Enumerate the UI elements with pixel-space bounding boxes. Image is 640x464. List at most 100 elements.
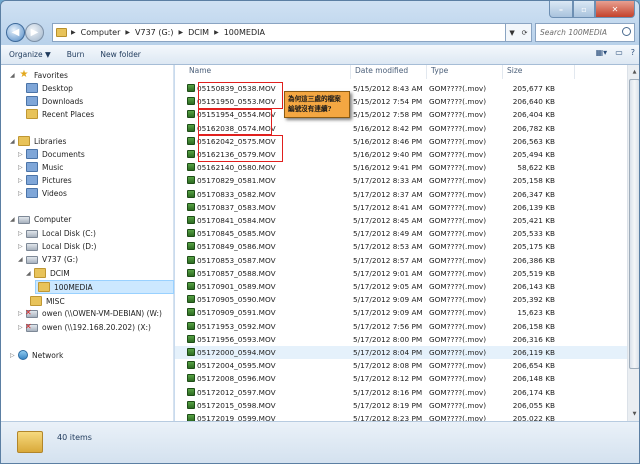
minimize-button[interactable]: – bbox=[549, 1, 573, 18]
file-row[interactable]: 05170901_0589.MOV 5/17/2012 9:05 AM GOM???… bbox=[175, 280, 627, 293]
nav-computer[interactable]: ◢ Computer bbox=[10, 215, 71, 224]
file-row[interactable]: 05170849_0586.MOV 5/17/2012 8:53 AM GOM???… bbox=[175, 240, 627, 253]
nav-100media[interactable]: 100MEDIA bbox=[38, 282, 93, 292]
breadcrumb-dcim[interactable]: DCIM bbox=[188, 28, 209, 37]
nav-network[interactable]: ▷ Network bbox=[10, 350, 63, 360]
drive-icon bbox=[26, 242, 38, 251]
scroll-down-icon[interactable]: ▼ bbox=[629, 408, 639, 420]
column-header-name[interactable]: Name bbox=[185, 65, 351, 79]
file-size: 205,421 KB bbox=[512, 216, 555, 225]
downloads-icon bbox=[26, 96, 38, 106]
nav-libraries[interactable]: ◢ Libraries bbox=[10, 136, 66, 146]
column-header-size[interactable]: Size bbox=[503, 65, 575, 79]
breadcrumb-100media[interactable]: 100MEDIA bbox=[224, 28, 265, 37]
file-size: 206,148 KB bbox=[512, 374, 555, 384]
collapse-icon[interactable]: ◢ bbox=[18, 256, 26, 263]
file-name: 05162140_0580.MOV bbox=[197, 163, 276, 173]
file-row[interactable]: 05171953_0592.MOV 5/17/2012 7:56 PM GOM???… bbox=[175, 320, 627, 333]
disconnected-drive-icon bbox=[25, 308, 38, 318]
nav-pictures[interactable]: ▷ Pictures bbox=[18, 175, 72, 185]
expand-icon[interactable]: ▷ bbox=[18, 164, 26, 171]
close-button[interactable]: ✕ bbox=[595, 1, 635, 18]
preview-pane-icon[interactable]: ▭ bbox=[615, 48, 623, 57]
file-row[interactable]: 05170841_0584.MOV 5/17/2012 8:45 AM GOM???… bbox=[175, 214, 627, 227]
file-size: 205,494 KB bbox=[512, 150, 555, 159]
nav-local-d[interactable]: ▷ Local Disk (D:) bbox=[18, 242, 96, 251]
help-icon[interactable]: ? bbox=[631, 48, 635, 57]
search-input[interactable]: Search 100MEDIA bbox=[535, 23, 635, 42]
video-file-icon bbox=[187, 123, 195, 132]
file-row[interactable]: 05170857_0588.MOV 5/17/2012 9:01 AM GOM???… bbox=[175, 267, 627, 280]
expand-icon[interactable]: ▷ bbox=[18, 177, 26, 184]
forward-button[interactable]: ▶ bbox=[25, 23, 44, 42]
refresh-icon[interactable]: ⟳ bbox=[522, 29, 528, 37]
breadcrumb-v737[interactable]: V737 (G:) bbox=[135, 28, 173, 37]
file-type: GOM????(.mov) bbox=[429, 110, 487, 120]
nav-desktop[interactable]: Desktop bbox=[26, 83, 73, 93]
file-row[interactable]: 05162140_0580.MOV 5/16/2012 9:41 PM GOM???… bbox=[175, 161, 627, 174]
video-file-icon bbox=[187, 361, 195, 370]
file-name: 05170845_0585.MOV bbox=[197, 229, 276, 239]
file-row[interactable]: 05172008_0596.MOV 5/17/2012 8:12 PM GOM???… bbox=[175, 372, 627, 385]
nav-label: Network bbox=[32, 350, 64, 360]
file-name-cell: 05170849_0586.MOV bbox=[187, 240, 276, 253]
chevron-down-icon[interactable]: ▼ bbox=[509, 29, 514, 37]
expand-icon[interactable]: ▷ bbox=[18, 190, 26, 197]
file-row[interactable]: 05170837_0583.MOV 5/17/2012 8:41 AM GOM???… bbox=[175, 201, 627, 214]
column-header-type[interactable]: Type bbox=[427, 65, 503, 79]
view-options-icon[interactable]: ▦▾ bbox=[596, 48, 608, 57]
video-file-icon bbox=[187, 268, 195, 277]
file-size: 206,316 KB bbox=[512, 334, 555, 344]
file-row[interactable]: 05172000_0594.MOV 5/17/2012 8:04 PM GOM???… bbox=[175, 346, 627, 360]
expand-icon[interactable]: ▷ bbox=[18, 230, 26, 237]
vertical-scrollbar[interactable]: ▲ ▼ bbox=[627, 65, 639, 421]
expand-icon[interactable]: ▷ bbox=[18, 243, 26, 250]
organize-button[interactable]: Organize ▼ bbox=[1, 50, 59, 59]
nav-documents[interactable]: ▷ Documents bbox=[18, 149, 85, 159]
file-row[interactable]: 05172004_0595.MOV 5/17/2012 8:08 PM GOM???… bbox=[175, 359, 627, 372]
file-row[interactable]: 05170829_0581.MOV 5/17/2012 8:33 AM GOM???… bbox=[175, 174, 627, 187]
new-folder-button[interactable]: New folder bbox=[92, 50, 149, 59]
file-row[interactable]: 05170833_0582.MOV 5/17/2012 8:37 AM GOM???… bbox=[175, 188, 627, 201]
collapse-icon[interactable]: ◢ bbox=[10, 72, 18, 79]
nav-v737[interactable]: ◢ V737 (G:) bbox=[18, 255, 78, 264]
file-row[interactable]: 05172012_0597.MOV 5/17/2012 8:16 PM GOM???… bbox=[175, 386, 627, 399]
scroll-up-icon[interactable]: ▲ bbox=[629, 66, 639, 78]
nav-owen-x[interactable]: ▷ owen (\\192.168.20.202) (X:) bbox=[18, 322, 151, 333]
nav-favorites[interactable]: ◢ ★ Favorites bbox=[10, 70, 68, 80]
address-bar[interactable]: ▶ Computer ▶ V737 (G:) ▶ DCIM ▶ 100MEDIA bbox=[52, 23, 506, 42]
file-date: 5/16/2012 9:40 PM bbox=[353, 150, 423, 159]
video-file-icon bbox=[187, 282, 195, 290]
scroll-thumb[interactable] bbox=[629, 79, 639, 369]
expand-icon[interactable]: ▷ bbox=[10, 352, 18, 359]
file-row[interactable]: 05171956_0593.MOV 5/17/2012 8:00 PM GOM???… bbox=[175, 333, 627, 346]
maximize-button[interactable]: ▫ bbox=[573, 1, 595, 18]
nav-music[interactable]: ▷ Music bbox=[18, 162, 63, 172]
nav-recent-places[interactable]: Recent Places bbox=[26, 109, 94, 119]
video-file-icon bbox=[187, 84, 195, 92]
breadcrumb-computer[interactable]: Computer bbox=[81, 28, 121, 37]
video-file-icon bbox=[187, 97, 195, 106]
nav-videos[interactable]: ▷ Videos bbox=[18, 188, 67, 198]
nav-owen-w[interactable]: ▷ owen (\\OWEN-VM-DEBIAN) (W:) bbox=[18, 308, 162, 319]
file-name: 05170833_0582.MOV bbox=[197, 189, 276, 199]
nav-dcim[interactable]: ◢ DCIM bbox=[26, 268, 70, 278]
nav-local-c[interactable]: ▷ Local Disk (C:) bbox=[18, 229, 96, 238]
collapse-icon[interactable]: ◢ bbox=[10, 138, 18, 145]
file-row[interactable]: 05170845_0585.MOV 5/17/2012 8:49 AM GOM???… bbox=[175, 227, 627, 240]
nav-misc[interactable]: MISC bbox=[30, 296, 65, 306]
file-row[interactable]: 05170905_0590.MOV 5/17/2012 9:09 AM GOM???… bbox=[175, 293, 627, 306]
collapse-icon[interactable]: ◢ bbox=[26, 270, 34, 277]
expand-icon[interactable]: ▷ bbox=[18, 151, 26, 158]
back-button[interactable]: ◀ bbox=[6, 23, 25, 42]
file-row[interactable]: 05170909_0591.MOV 5/17/2012 9:09 AM GOM???… bbox=[175, 306, 627, 319]
collapse-icon[interactable]: ◢ bbox=[10, 216, 18, 223]
nav-downloads[interactable]: Downloads bbox=[26, 96, 83, 106]
file-date: 5/17/2012 9:05 AM bbox=[353, 282, 423, 291]
view-controls: ▦▾ ▭ ? bbox=[596, 48, 635, 57]
file-row[interactable]: 05172015_0598.MOV 5/17/2012 8:19 PM GOM???… bbox=[175, 399, 627, 412]
burn-button[interactable]: Burn bbox=[59, 50, 93, 59]
column-header-date[interactable]: Date modified bbox=[351, 65, 427, 79]
file-name-cell: 05171953_0592.MOV bbox=[187, 320, 276, 333]
file-row[interactable]: 05170853_0587.MOV 5/17/2012 8:57 AM GOM???… bbox=[175, 254, 627, 267]
